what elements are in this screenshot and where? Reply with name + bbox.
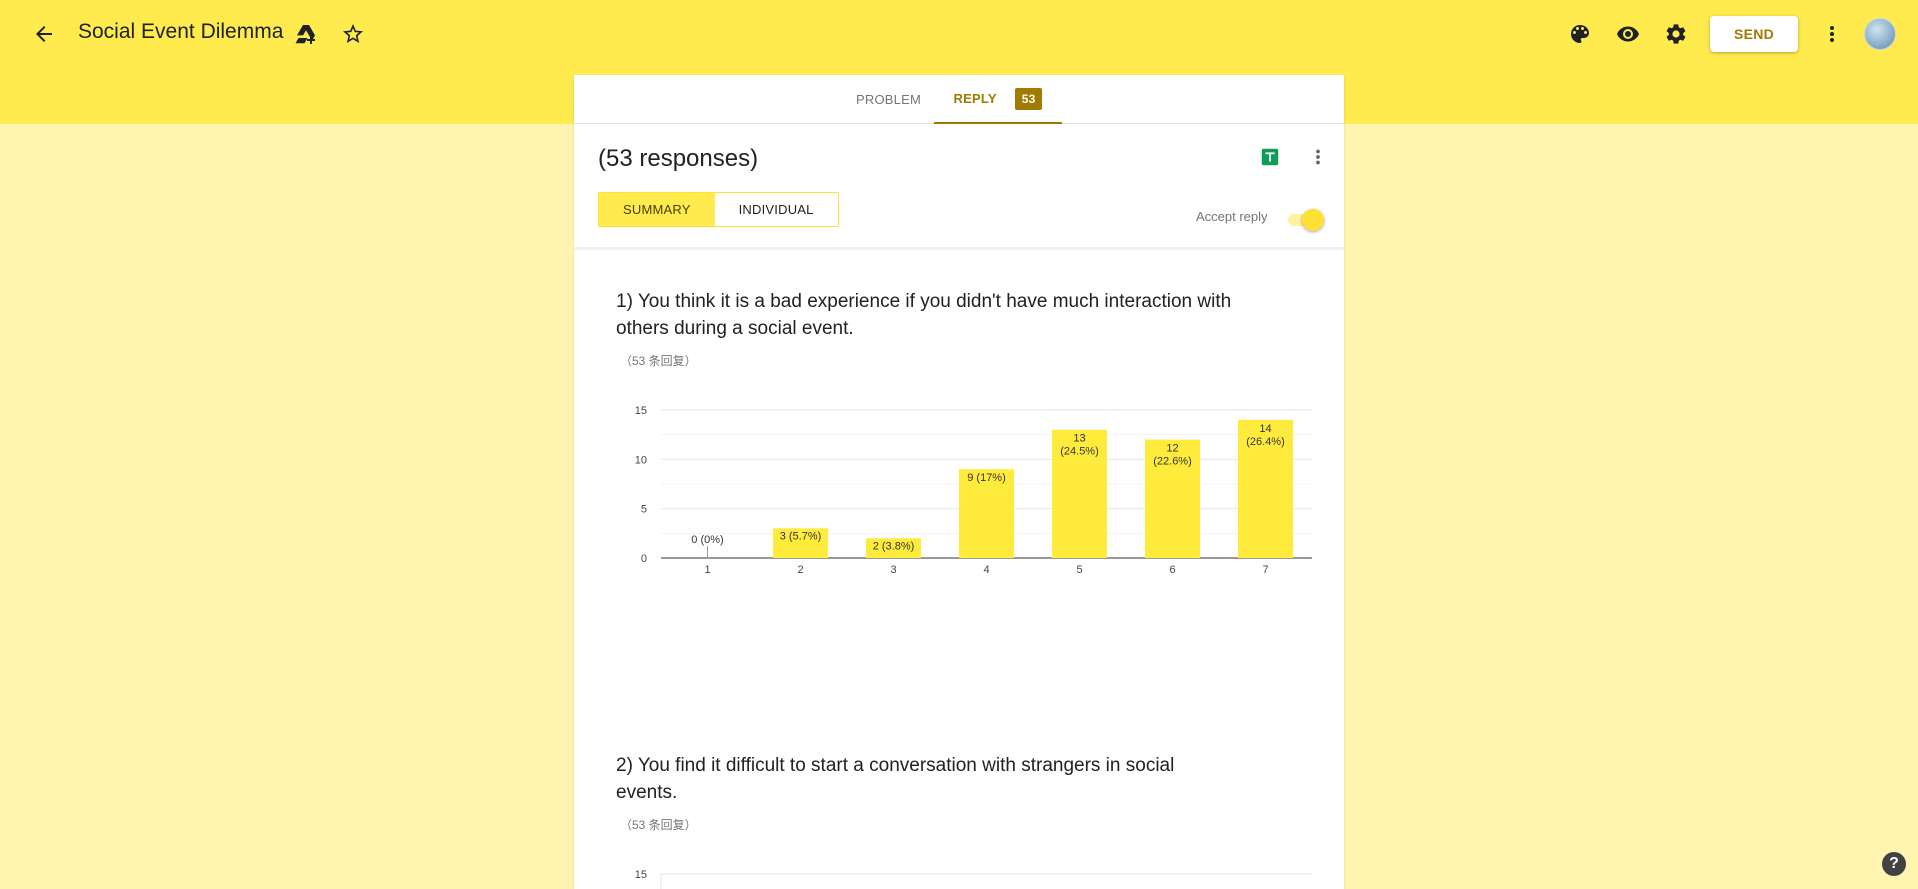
bar-data-label: 9 (17%) xyxy=(967,472,1006,484)
question-1-response-count: （53 条回复） xyxy=(620,354,697,368)
y-tick-label: 5 xyxy=(641,504,647,516)
y-tick-label: 10 xyxy=(635,454,647,466)
add-to-drive-icon[interactable] xyxy=(286,14,326,54)
question-2-response-count: （53 条回复） xyxy=(620,818,697,832)
tab-reply-label: REPLY xyxy=(953,91,997,106)
question-2-title: 2) You find it difficult to start a conv… xyxy=(616,755,1175,803)
toggle-knob xyxy=(1302,209,1324,231)
bar-data-label: 3 (5.7%) xyxy=(780,530,822,542)
bar-data-label: 12 xyxy=(1166,443,1178,455)
x-tick-label: 7 xyxy=(1262,564,1268,576)
x-tick-label: 5 xyxy=(1076,564,1082,576)
question-2-bar-chart: 15 xyxy=(614,859,1314,889)
bar-data-label: (24.5%) xyxy=(1060,446,1099,458)
send-button[interactable]: SEND xyxy=(1710,16,1798,52)
y-tick-label: 15 xyxy=(635,405,647,417)
form-title: Social Event Dilemma xyxy=(78,20,284,43)
question-1-bar-chart: 0 5 10 15 0 (0%) 1 3 (5.7%) 2 2 (3.8%) 3 9 (17%) 4 1… xyxy=(614,395,1314,585)
bar-data-label: 0 (0%) xyxy=(691,534,723,546)
x-tick-label: 3 xyxy=(890,564,896,576)
user-avatar[interactable] xyxy=(1864,18,1896,50)
bar-data-label: 14 xyxy=(1259,423,1271,435)
settings-gear-icon[interactable] xyxy=(1656,14,1696,54)
bar-data-label: 2 (3.8%) xyxy=(873,540,915,552)
view-toggle: SUMMARY INDIVIDUAL xyxy=(598,192,839,227)
responses-card: PROBLEM REPLY 53 (53 responses) SUMMARY … xyxy=(574,75,1344,889)
reply-count-badge: 53 xyxy=(1014,87,1043,110)
back-arrow-icon[interactable] xyxy=(24,14,64,54)
y-tick-label: 0 xyxy=(641,553,647,565)
responses-more-vert-icon[interactable] xyxy=(1302,141,1334,173)
responses-count-title: (53 responses) xyxy=(598,145,759,172)
more-vert-icon[interactable] xyxy=(1812,14,1852,54)
x-tick-label: 2 xyxy=(797,564,803,576)
bar-data-label: 13 xyxy=(1073,433,1085,445)
spreadsheet-icon[interactable] xyxy=(1254,141,1286,173)
help-icon[interactable]: ? xyxy=(1882,852,1906,876)
accept-reply-label: Accept reply xyxy=(1196,209,1268,224)
y-tick-label: 15 xyxy=(635,869,647,881)
x-tick-label: 6 xyxy=(1169,564,1175,576)
app-bar: Social Event Dilemma SEND xyxy=(0,0,1918,68)
palette-icon[interactable] xyxy=(1560,14,1600,54)
accept-reply-toggle[interactable] xyxy=(1286,209,1324,231)
bar-data-label: (26.4%) xyxy=(1246,436,1285,448)
bar-data-label: (22.6%) xyxy=(1153,456,1192,468)
question-1-title: 1) You think it is a bad experience if y… xyxy=(616,291,1232,339)
individual-button[interactable]: INDIVIDUAL xyxy=(714,193,838,226)
star-icon[interactable] xyxy=(333,14,373,54)
preview-eye-icon[interactable] xyxy=(1608,14,1648,54)
tab-problem[interactable]: PROBLEM xyxy=(856,75,921,124)
form-tabs: PROBLEM REPLY 53 xyxy=(574,75,1344,124)
x-tick-label: 4 xyxy=(983,564,989,576)
section-divider xyxy=(574,247,1344,250)
tab-reply[interactable]: REPLY 53 xyxy=(934,75,1062,124)
summary-button[interactable]: SUMMARY xyxy=(599,193,715,226)
x-tick-label: 1 xyxy=(704,564,710,576)
